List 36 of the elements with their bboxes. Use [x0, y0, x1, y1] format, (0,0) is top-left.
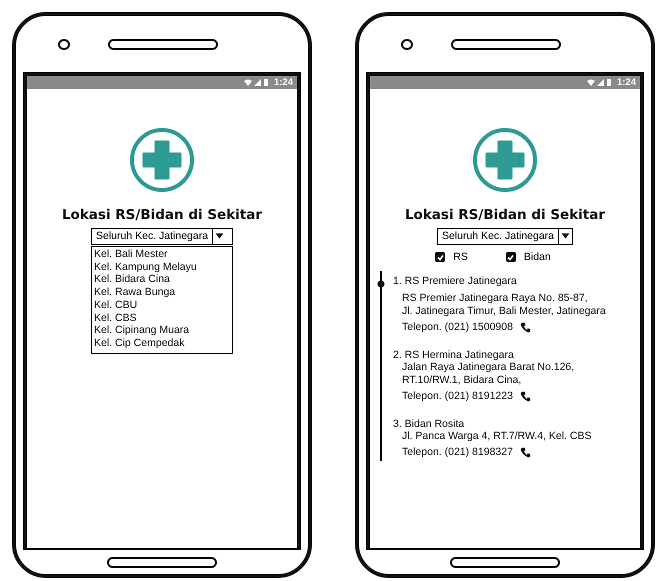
result-name[interactable]: 3. Bidan Rosita [393, 418, 606, 430]
filter-checkbox[interactable]: RS [435, 251, 468, 263]
dropdown[interactable]: Seluruh Kec. Jatinegara [436, 228, 574, 245]
camera-icon [58, 38, 70, 50]
address-line: RT.10/RW.1, Bidara Cina, [402, 374, 522, 387]
phone-icon[interactable] [520, 390, 531, 402]
status-time: 1:24 [616, 77, 636, 88]
page-title: Lokasi RS/Bidan di Sekitar [404, 207, 606, 223]
address-line: Jl. Panca Warga 4, RT.7/RW.4, Kel. CBS [402, 430, 592, 443]
dropdown-option[interactable]: Kel. Bidara Cina [94, 273, 232, 286]
address-line: Jl. Jatinegara Timur, Bali Mester, Jatinegara [402, 305, 606, 318]
dropdown-option[interactable]: Kel. Rawa Bunga [94, 286, 232, 299]
result-name[interactable]: 1. RS Premiere Jatinegara [393, 275, 606, 287]
address-line: RS Premier Jatinegara Raya No. 85-87, [402, 292, 589, 305]
phone-icon[interactable] [520, 322, 531, 332]
signal-icon [586, 78, 614, 87]
result-name[interactable]: 2. RS Hermina Jatinegara [393, 349, 606, 361]
dropdown-option[interactable]: Kel. CBU [94, 298, 232, 312]
filter-checkbox[interactable]: Bidan [506, 251, 551, 263]
phone-number: Telepon. (021) 8191223 [402, 390, 513, 402]
medical-cross-icon [472, 127, 538, 193]
phone-number: Telepon. (021) 1500908 [402, 321, 513, 333]
dropdown-option[interactable]: Kel. Kampung Melayu [94, 260, 232, 274]
phone-number: Telepon. (021) 8198327 [402, 446, 513, 458]
phone-icon[interactable] [520, 446, 531, 458]
medical-cross-icon [129, 127, 195, 193]
camera-icon [401, 38, 413, 50]
dropdown-option[interactable]: Kel. Cipinang Muara [94, 324, 232, 337]
dropdown-option[interactable]: Kel. Bali Mester [94, 248, 232, 261]
signal-icon [242, 78, 271, 87]
dropdown-option[interactable]: Kel. Cip Cempedak [94, 336, 232, 350]
page-title: Lokasi RS/Bidan di Sekitar [62, 207, 262, 223]
dropdown[interactable]: Seluruh Kec. Jatinegara [91, 228, 233, 245]
address-line: Jalan Raya Jatinegara Barat No.126, [402, 361, 576, 374]
status-time: 1:24 [274, 77, 293, 88]
dropdown-option[interactable]: Kel. CBS [94, 312, 232, 324]
